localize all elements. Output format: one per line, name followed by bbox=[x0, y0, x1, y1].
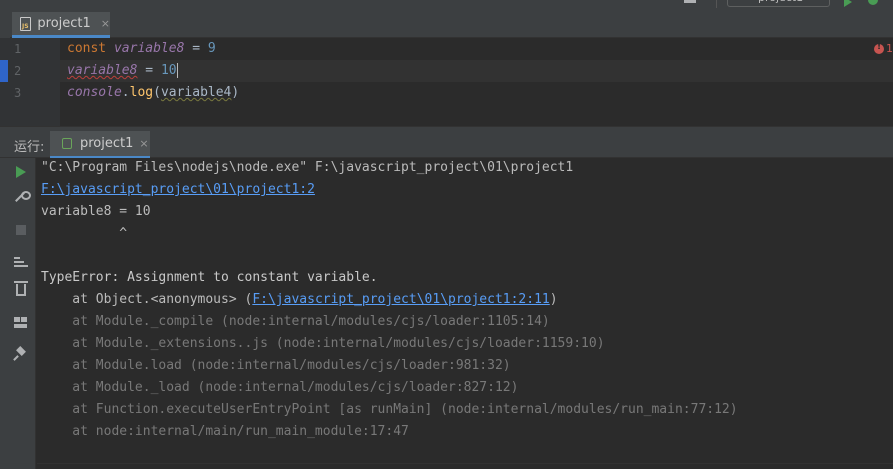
run-tab-label: project1 bbox=[80, 136, 134, 151]
variable-token: variable8 bbox=[67, 63, 138, 78]
stack-suffix: ) bbox=[549, 292, 558, 307]
divider bbox=[37, 463, 893, 464]
pin-icon[interactable] bbox=[14, 348, 26, 360]
console-command-line: "C:\Program Files\nodejs\node.exe" F:\ja… bbox=[41, 160, 574, 175]
run-panel-title: 运行: bbox=[14, 140, 45, 155]
rerun-icon[interactable] bbox=[16, 166, 26, 178]
argument-token: variable4 bbox=[160, 85, 232, 100]
operator-token: = bbox=[137, 63, 161, 78]
function-token: log bbox=[129, 85, 154, 100]
run-configuration-label: project1 bbox=[758, 0, 803, 4]
number-token: 10 bbox=[160, 63, 177, 78]
toolbar-separator bbox=[716, 0, 717, 8]
layout-icon[interactable] bbox=[14, 316, 28, 330]
line-number: 1 bbox=[14, 42, 22, 56]
run-panel-header: 运行: project1 × bbox=[0, 126, 893, 159]
editor-tab-project1[interactable]: project1 × bbox=[12, 12, 110, 38]
code-line-1[interactable]: const variable8 = 9 bbox=[67, 41, 216, 56]
line-number: 2 bbox=[14, 64, 22, 78]
editor-tab-label: project1 bbox=[37, 16, 91, 31]
stack-source-link[interactable]: F:\javascript_project\01\project1:2:11 bbox=[252, 292, 549, 307]
stack-line: at Module.load (node:internal/modules/cj… bbox=[41, 358, 511, 373]
line-gutter: 1 2 3 bbox=[0, 38, 60, 126]
hide-icon[interactable] bbox=[684, 0, 696, 3]
console-stack-first: at Object.<anonymous> (F:\javascript_pro… bbox=[41, 292, 558, 307]
js-file-icon bbox=[20, 16, 32, 31]
run-tab-project1[interactable]: project1 × bbox=[50, 131, 150, 159]
console-error-message: TypeError: Assignment to constant variab… bbox=[41, 270, 378, 285]
close-icon[interactable]: × bbox=[139, 137, 148, 150]
paren-token: ) bbox=[231, 85, 240, 100]
wrench-icon[interactable] bbox=[14, 191, 31, 203]
close-icon[interactable]: × bbox=[101, 17, 110, 30]
error-count[interactable]: 1 bbox=[886, 42, 893, 55]
error-icon[interactable] bbox=[874, 42, 884, 54]
keyword-token: const bbox=[67, 41, 107, 56]
stack-line: at Function.executeUserEntryPoint [as ru… bbox=[41, 402, 738, 417]
stack-line: at Module._compile (node:internal/module… bbox=[41, 314, 550, 329]
stack-line: at node:internal/main/run_main_module:17… bbox=[41, 424, 409, 439]
run-icon[interactable] bbox=[844, 0, 852, 7]
run-toolbar bbox=[0, 158, 36, 469]
stack-line: at Module._extensions..js (node:internal… bbox=[41, 336, 605, 351]
object-token: console bbox=[67, 85, 122, 100]
run-configuration-selector[interactable]: project1 bbox=[727, 0, 830, 7]
console-source-line: variable8 = 10 bbox=[41, 204, 151, 219]
line-number: 3 bbox=[14, 86, 22, 100]
number-token: 9 bbox=[207, 41, 216, 56]
code-editor[interactable]: 1 2 3 const variable8 = 9 variable8 = 10… bbox=[0, 38, 893, 126]
stack-prefix: at Object.<anonymous> ( bbox=[41, 292, 253, 307]
console-output[interactable]: "C:\Program Files\nodejs\node.exe" F:\ja… bbox=[37, 158, 893, 469]
trash-icon[interactable] bbox=[14, 281, 28, 296]
code-line-3[interactable]: console.log(variable4) bbox=[67, 85, 239, 100]
current-line-marker bbox=[0, 60, 8, 82]
tool-window-strip bbox=[0, 0, 10, 38]
stack-line: at Module._load (node:internal/modules/c… bbox=[41, 380, 519, 395]
console-location-link[interactable]: F:\javascript_project\01\project1:2 bbox=[41, 182, 315, 197]
scroll-to-end-icon[interactable] bbox=[14, 255, 28, 269]
dot-token: . bbox=[121, 85, 130, 100]
current-line-highlight bbox=[60, 60, 893, 82]
operator-token: = bbox=[184, 41, 208, 56]
editor-tab-bar: project1 project1 × bbox=[0, 0, 893, 38]
code-line-2[interactable]: variable8 = 10 bbox=[67, 63, 178, 78]
console-caret-line: ^ bbox=[41, 226, 128, 241]
text-cursor bbox=[176, 63, 178, 78]
stop-icon[interactable] bbox=[16, 225, 26, 235]
variable-token: variable8 bbox=[113, 41, 185, 56]
nodejs-icon bbox=[62, 138, 72, 149]
paren-token: ( bbox=[153, 85, 161, 100]
debug-icon[interactable] bbox=[868, 0, 878, 5]
